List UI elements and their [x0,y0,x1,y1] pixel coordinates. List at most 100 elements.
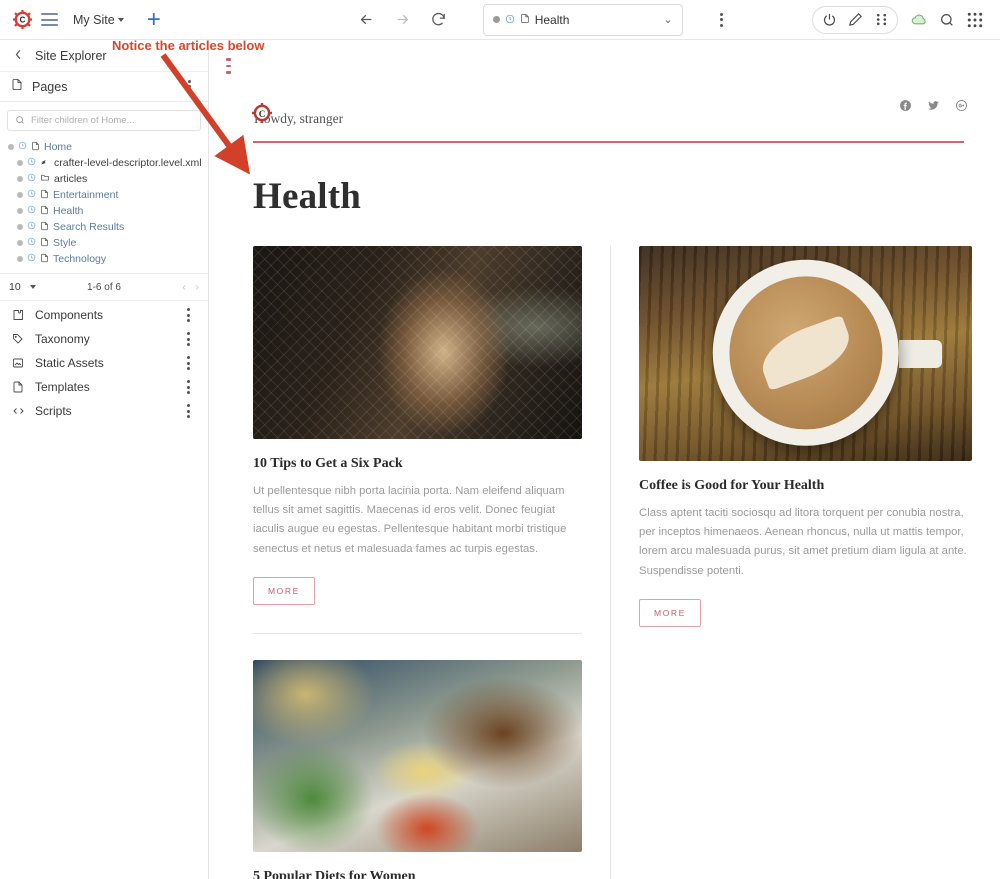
article-title[interactable]: Coffee is Good for Your Health [639,478,972,494]
clock-icon [27,157,36,169]
tree-item-technology[interactable]: Technology [0,251,208,267]
tree-item-style[interactable]: Style [0,235,208,251]
tree-item-label: Style [53,237,77,249]
plus-icon[interactable]: + [147,7,161,32]
article-card[interactable]: Coffee is Good for Your Health Class apt… [639,245,972,628]
page-icon [11,78,23,96]
more-button[interactable]: MORE [639,599,701,628]
search-icon[interactable] [934,7,960,33]
address-bar[interactable]: Health ⌄ [482,3,683,36]
site-tree: Home crafter-level-descriptor.level.xml … [0,137,208,267]
hamburger-menu-icon[interactable] [41,13,58,26]
tree-item-label: Entertainment [53,189,119,201]
kebab-menu-icon[interactable] [180,308,196,322]
state-dot [8,144,14,150]
reload-icon[interactable] [429,10,448,29]
kebab-menu-icon[interactable] [180,380,196,394]
article-thumbnail[interactable] [253,245,583,439]
sidebar-nav-list: Components Taxonomy Static Assets Templa… [0,301,208,423]
articles-grid: 10 Tips to Get a Six Pack Ut pellentesqu… [245,218,972,879]
column-divider [610,245,612,879]
rows-per-page-select[interactable]: 10 [9,281,36,293]
arrow-right-icon[interactable] [393,10,412,29]
address-bar-label: Health [534,12,570,27]
sidebar-item-label: Components [35,308,104,322]
image-icon [11,357,25,369]
more-button[interactable]: MORE [253,577,315,606]
article-thumbnail[interactable] [639,245,972,461]
state-dot [17,160,23,166]
tree-item-articles[interactable]: articles [0,171,208,187]
page-icon [40,237,49,250]
clock-icon [27,221,36,233]
power-icon[interactable] [817,8,841,32]
article-separator [253,633,583,635]
sidebar-item-scripts[interactable]: Scripts [0,399,208,423]
article-body: Class aptent taciti sociosqu ad litora t… [639,506,967,577]
article-title[interactable]: 10 Tips to Get a Six Pack [253,456,582,472]
filter-input[interactable] [31,115,193,126]
page-icon [520,11,530,29]
tree-item-label: Health [53,205,84,217]
kebab-menu-icon[interactable] [180,356,196,370]
filter-children-field[interactable] [7,110,201,131]
tree-item-label: Home [44,141,73,153]
chevron-left-icon[interactable] [14,49,23,62]
tree-item-label: articles [54,173,88,185]
preview-hamburger-menu-icon[interactable] [209,40,231,74]
tree-item-home[interactable]: Home [0,139,208,155]
tag-icon [11,333,25,345]
arrow-left-icon[interactable] [357,10,376,29]
state-dot [17,224,23,230]
sidebar-item-static-assets[interactable]: Static Assets [0,351,208,375]
crafter-gear-logo[interactable]: C [13,10,32,29]
pages-section-label: Pages [32,79,68,94]
svg-text:C: C [259,108,266,118]
code-icon [11,405,25,417]
article-card[interactable]: 10 Tips to Get a Six Pack Ut pellentesqu… [253,245,583,606]
tree-item-level-descriptor[interactable]: crafter-level-descriptor.level.xml [0,155,208,171]
toolbar-left-group: C My Site + [0,7,161,32]
clock-icon [27,205,36,217]
site-name-selector[interactable]: My Site [73,13,124,27]
page-icon [40,221,49,234]
clock-icon [27,237,36,249]
pagination-arrows: ‹ › [182,282,199,293]
kebab-menu-icon[interactable] [180,404,196,418]
kebab-menu-icon[interactable] [181,79,197,94]
article-thumbnail[interactable] [253,660,583,853]
tree-item-health[interactable]: Health [0,203,208,219]
sidebar-item-templates[interactable]: Templates [0,375,208,399]
sidebar-header[interactable]: Site Explorer [0,40,208,72]
article-body: Ut pellentesque nibh porta lacinia porta… [253,484,567,555]
chevron-left-icon[interactable]: ‹ [182,282,185,293]
caret-down-icon [117,18,124,23]
article-card[interactable]: 5 Popular Diets for Women Donec euismod … [253,660,583,879]
article-title[interactable]: 5 Popular Diets for Women [253,869,582,879]
sidebar-item-components[interactable]: Components [0,303,208,327]
sidebar-item-label: Scripts [35,404,72,418]
chevron-down-icon[interactable]: ⌄ [663,13,672,26]
edit-pencil-icon[interactable] [843,8,867,32]
kebab-menu-icon[interactable] [714,12,730,27]
tree-item-label: crafter-level-descriptor.level.xml [54,157,202,169]
articles-column-right: Coffee is Good for Your Health Class apt… [639,245,972,879]
tree-item-search-results[interactable]: Search Results [0,219,208,235]
grid-dots-icon[interactable] [869,8,893,32]
browser-nav-group: Health ⌄ [357,3,730,36]
publish-cloud-icon[interactable] [906,7,932,33]
pages-section-header[interactable]: Pages [0,72,208,102]
rows-per-page-value: 10 [9,281,21,293]
apps-grid-icon[interactable] [962,7,988,33]
page-icon [40,189,49,202]
search-icon [15,112,25,130]
tree-item-entertainment[interactable]: Entertainment [0,187,208,203]
twitter-icon[interactable] [927,99,940,112]
sidebar-item-taxonomy[interactable]: Taxonomy [0,327,208,351]
gym-six-pack-photo [253,245,583,439]
kebab-menu-icon[interactable] [180,332,196,346]
chevron-right-icon[interactable]: › [196,282,199,293]
google-plus-icon[interactable] [955,99,968,112]
facebook-icon[interactable] [899,99,912,112]
folder-icon [40,173,50,185]
